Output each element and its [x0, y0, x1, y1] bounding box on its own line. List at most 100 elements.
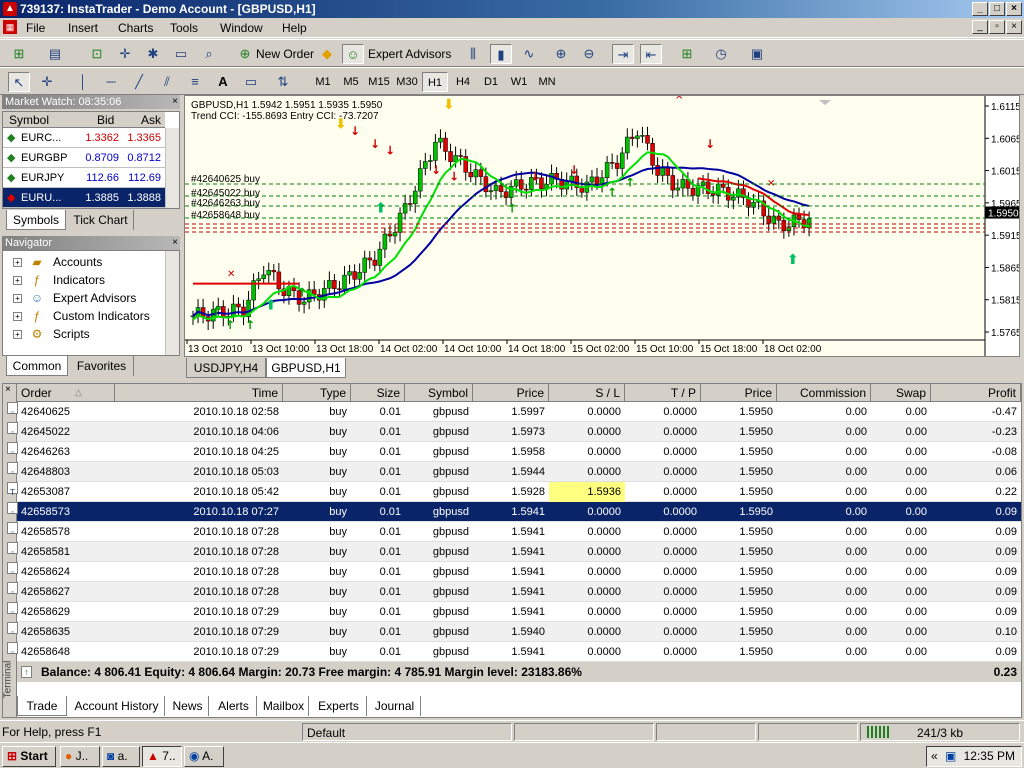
text-label-icon[interactable]: ▭	[240, 72, 262, 92]
timeframe-m15[interactable]: M15	[366, 72, 392, 92]
candlestick-icon[interactable]: ▮	[490, 44, 512, 64]
timeframe-m1[interactable]: M1	[310, 72, 336, 92]
timeframe-h4[interactable]: H4	[450, 72, 476, 92]
timeframe-m5[interactable]: M5	[338, 72, 364, 92]
chart-tab-usdjpy-h4[interactable]: USDJPY,H4	[186, 358, 266, 378]
tab-favorites[interactable]: Favorites	[70, 356, 134, 376]
balance-row[interactable]: ↑ Balance: 4 806.41 Equity: 4 806.64 Mar…	[17, 662, 1021, 682]
market-watch-row[interactable]: ◆ EURU... 1.3885 1.3888	[3, 188, 165, 208]
timeframe-d1[interactable]: D1	[478, 72, 504, 92]
price-chart[interactable]: ↑✕↑ ⬆↑⬇ ↓↓ ↓↓ ↓↑↓ ↓↑↑✕↓✕⬆⬇⬆↑ ↑ #42640625 buy#4…	[185, 96, 1019, 356]
periods-icon[interactable]: ◷	[710, 44, 732, 64]
market-watch-icon[interactable]: ⊡	[86, 44, 108, 64]
mdi-close-button[interactable]: ×	[1006, 20, 1022, 34]
network-icon[interactable]: ▣	[945, 747, 956, 766]
trade-row[interactable]: ▫ 42658581 2010.10.18 07:28 buy 0.01 gbpusd 1.…	[7, 542, 1021, 562]
market-watch-scrollbar[interactable]	[165, 128, 179, 208]
col-bid[interactable]: Bid	[97, 113, 114, 127]
market-watch-header[interactable]: Market Watch: 08:35:06 ×	[2, 95, 180, 109]
terminal-tab-journal[interactable]: Journal	[369, 696, 421, 716]
timeframe-m30[interactable]: M30	[394, 72, 420, 92]
terminal-tab-alerts[interactable]: Alerts	[211, 696, 257, 716]
tab-symbols[interactable]: Symbols	[6, 210, 66, 230]
trade-row[interactable]: T 42653087 2010.10.18 05:42 buy 0.01 gbpusd 1.…	[7, 482, 1021, 502]
expand-icon[interactable]: +	[13, 312, 22, 321]
expert-advisors-icon[interactable]: ☺	[342, 44, 364, 64]
trade-row[interactable]: ▫ 42646263 2010.10.18 04:25 buy 0.01 gbpusd 1.…	[7, 442, 1021, 462]
trade-row[interactable]: ▫ 42658648 2010.10.18 07:29 buy 0.01 gbpusd 1.…	[7, 642, 1021, 662]
text-icon[interactable]: A	[212, 72, 234, 92]
crosshair-icon[interactable]: ✛	[36, 72, 58, 92]
horizontal-line-icon[interactable]: ─	[100, 72, 122, 92]
menu-charts[interactable]: Charts	[118, 21, 153, 35]
cursor-icon[interactable]: ↖	[8, 72, 30, 92]
col-commission[interactable]: Commission	[777, 384, 871, 402]
taskbar-item-1[interactable]: ● J..	[60, 746, 100, 767]
tab-common[interactable]: Common	[6, 356, 68, 376]
taskbar-item-3[interactable]: ▲ 7..	[142, 746, 182, 767]
maximize-button[interactable]: □	[989, 2, 1005, 16]
menu-help[interactable]: Help	[282, 21, 307, 35]
mdi-restore-button[interactable]: ▫	[989, 20, 1005, 34]
navigator-scrollbar[interactable]	[165, 251, 179, 355]
zoom-out-icon[interactable]: ⊖	[578, 44, 600, 64]
data-window-icon[interactable]: ✛	[114, 44, 136, 64]
trendline-icon[interactable]: ╱	[128, 72, 150, 92]
market-watch-close-icon[interactable]: ×	[172, 95, 178, 109]
terminal-icon[interactable]: ▭	[170, 44, 192, 64]
market-watch-row[interactable]: ◆ EURJPY 112.66 112.69	[3, 168, 165, 188]
chart-tab-gbpusd-h1[interactable]: GBPUSD,H1	[266, 358, 346, 378]
terminal-tab-experts[interactable]: Experts	[311, 696, 367, 716]
profiles-icon[interactable]: ▤	[44, 44, 66, 64]
line-chart-icon[interactable]: ∿	[518, 44, 540, 64]
expand-icon[interactable]: +	[13, 276, 22, 285]
templates-icon[interactable]: ▣	[746, 44, 768, 64]
col-symbol[interactable]: Symbol	[9, 113, 49, 127]
auto-scroll-icon[interactable]: ⇥	[612, 44, 634, 64]
navigator-header[interactable]: Navigator ×	[2, 236, 180, 250]
trade-row[interactable]: ▫ 42658578 2010.10.18 07:28 buy 0.01 gbpusd 1.…	[7, 522, 1021, 542]
fibonacci-icon[interactable]: ≡	[184, 72, 206, 92]
trade-row[interactable]: ▫ 42658573 2010.10.18 07:27 buy 0.01 gbpusd 1.…	[7, 502, 1021, 522]
trade-row[interactable]: ▫ 42658624 2010.10.18 07:28 buy 0.01 gbpusd 1.…	[7, 562, 1021, 582]
chart-window-icon[interactable]: ▦	[3, 20, 17, 34]
expand-icon[interactable]: +	[13, 330, 22, 339]
timeframe-w1[interactable]: W1	[506, 72, 532, 92]
col-time[interactable]: Time	[115, 384, 283, 402]
menu-window[interactable]: Window	[220, 21, 263, 35]
strategy-tester-icon[interactable]: ⌕	[198, 44, 220, 64]
timeframe-h1[interactable]: H1	[422, 72, 448, 92]
trade-row[interactable]: ▫ 42648803 2010.10.18 05:03 buy 0.01 gbpusd 1.…	[7, 462, 1021, 482]
trade-row[interactable]: ▫ 42645022 2010.10.18 04:06 buy 0.01 gbpusd 1.…	[7, 422, 1021, 442]
col-t-p[interactable]: T / P	[625, 384, 701, 402]
metaeditor-icon[interactable]: ◆	[316, 44, 338, 64]
expert-advisors-button[interactable]: Expert Advisors	[368, 44, 451, 64]
terminal-tab-news[interactable]: News	[167, 696, 209, 716]
taskbar-item-4[interactable]: ◉ A.	[184, 746, 224, 767]
col-size[interactable]: Size	[351, 384, 405, 402]
new-chart-icon[interactable]: ⊞	[8, 44, 30, 64]
bar-chart-icon[interactable]: ⫼	[462, 44, 484, 64]
new-order-button[interactable]: New Order	[256, 44, 314, 64]
trade-row[interactable]: ▫ 42658629 2010.10.18 07:29 buy 0.01 gbpusd 1.…	[7, 602, 1021, 622]
window-title-bar[interactable]: ▲ 739137: InstaTrader - Demo Account - […	[0, 0, 1024, 18]
minimize-button[interactable]: _	[972, 2, 988, 16]
menu-tools[interactable]: Tools	[170, 21, 198, 35]
terminal-tab-mailbox[interactable]: Mailbox	[259, 696, 309, 716]
status-profile[interactable]: Default	[302, 723, 512, 741]
col-order[interactable]: Order	[17, 384, 115, 402]
chart-shift-icon[interactable]: ⇤	[640, 44, 662, 64]
chart-window[interactable]: ↑ ✕ ↑ ⬆ ↑ ⬇ ↓ ↓ ↓ ↓ ↓ ↑ ↓ ↓ ↑ ↑ ✕ ↓ ✕ ⬆ ⬇ ⬆ ↑ ↑ #42640625 buy #4…	[184, 95, 1020, 357]
zoom-in-icon[interactable]: ⊕	[550, 44, 572, 64]
tab-tick-chart[interactable]: Tick Chart	[68, 210, 134, 230]
terminal-tab-trade[interactable]: Trade	[17, 696, 67, 716]
col-swap[interactable]: Swap	[871, 384, 931, 402]
expand-icon[interactable]: +	[13, 258, 22, 267]
taskbar-item-2[interactable]: ◙ a.	[102, 746, 140, 767]
start-button[interactable]: ⊞ Start	[2, 746, 56, 767]
menu-insert[interactable]: Insert	[68, 21, 98, 35]
mdi-minimize-button[interactable]: _	[972, 20, 988, 34]
terminal-close-icon[interactable]: ×	[5, 384, 11, 395]
col-ask[interactable]: Ask	[141, 113, 161, 127]
new-order-icon[interactable]: ⊕	[234, 44, 256, 64]
